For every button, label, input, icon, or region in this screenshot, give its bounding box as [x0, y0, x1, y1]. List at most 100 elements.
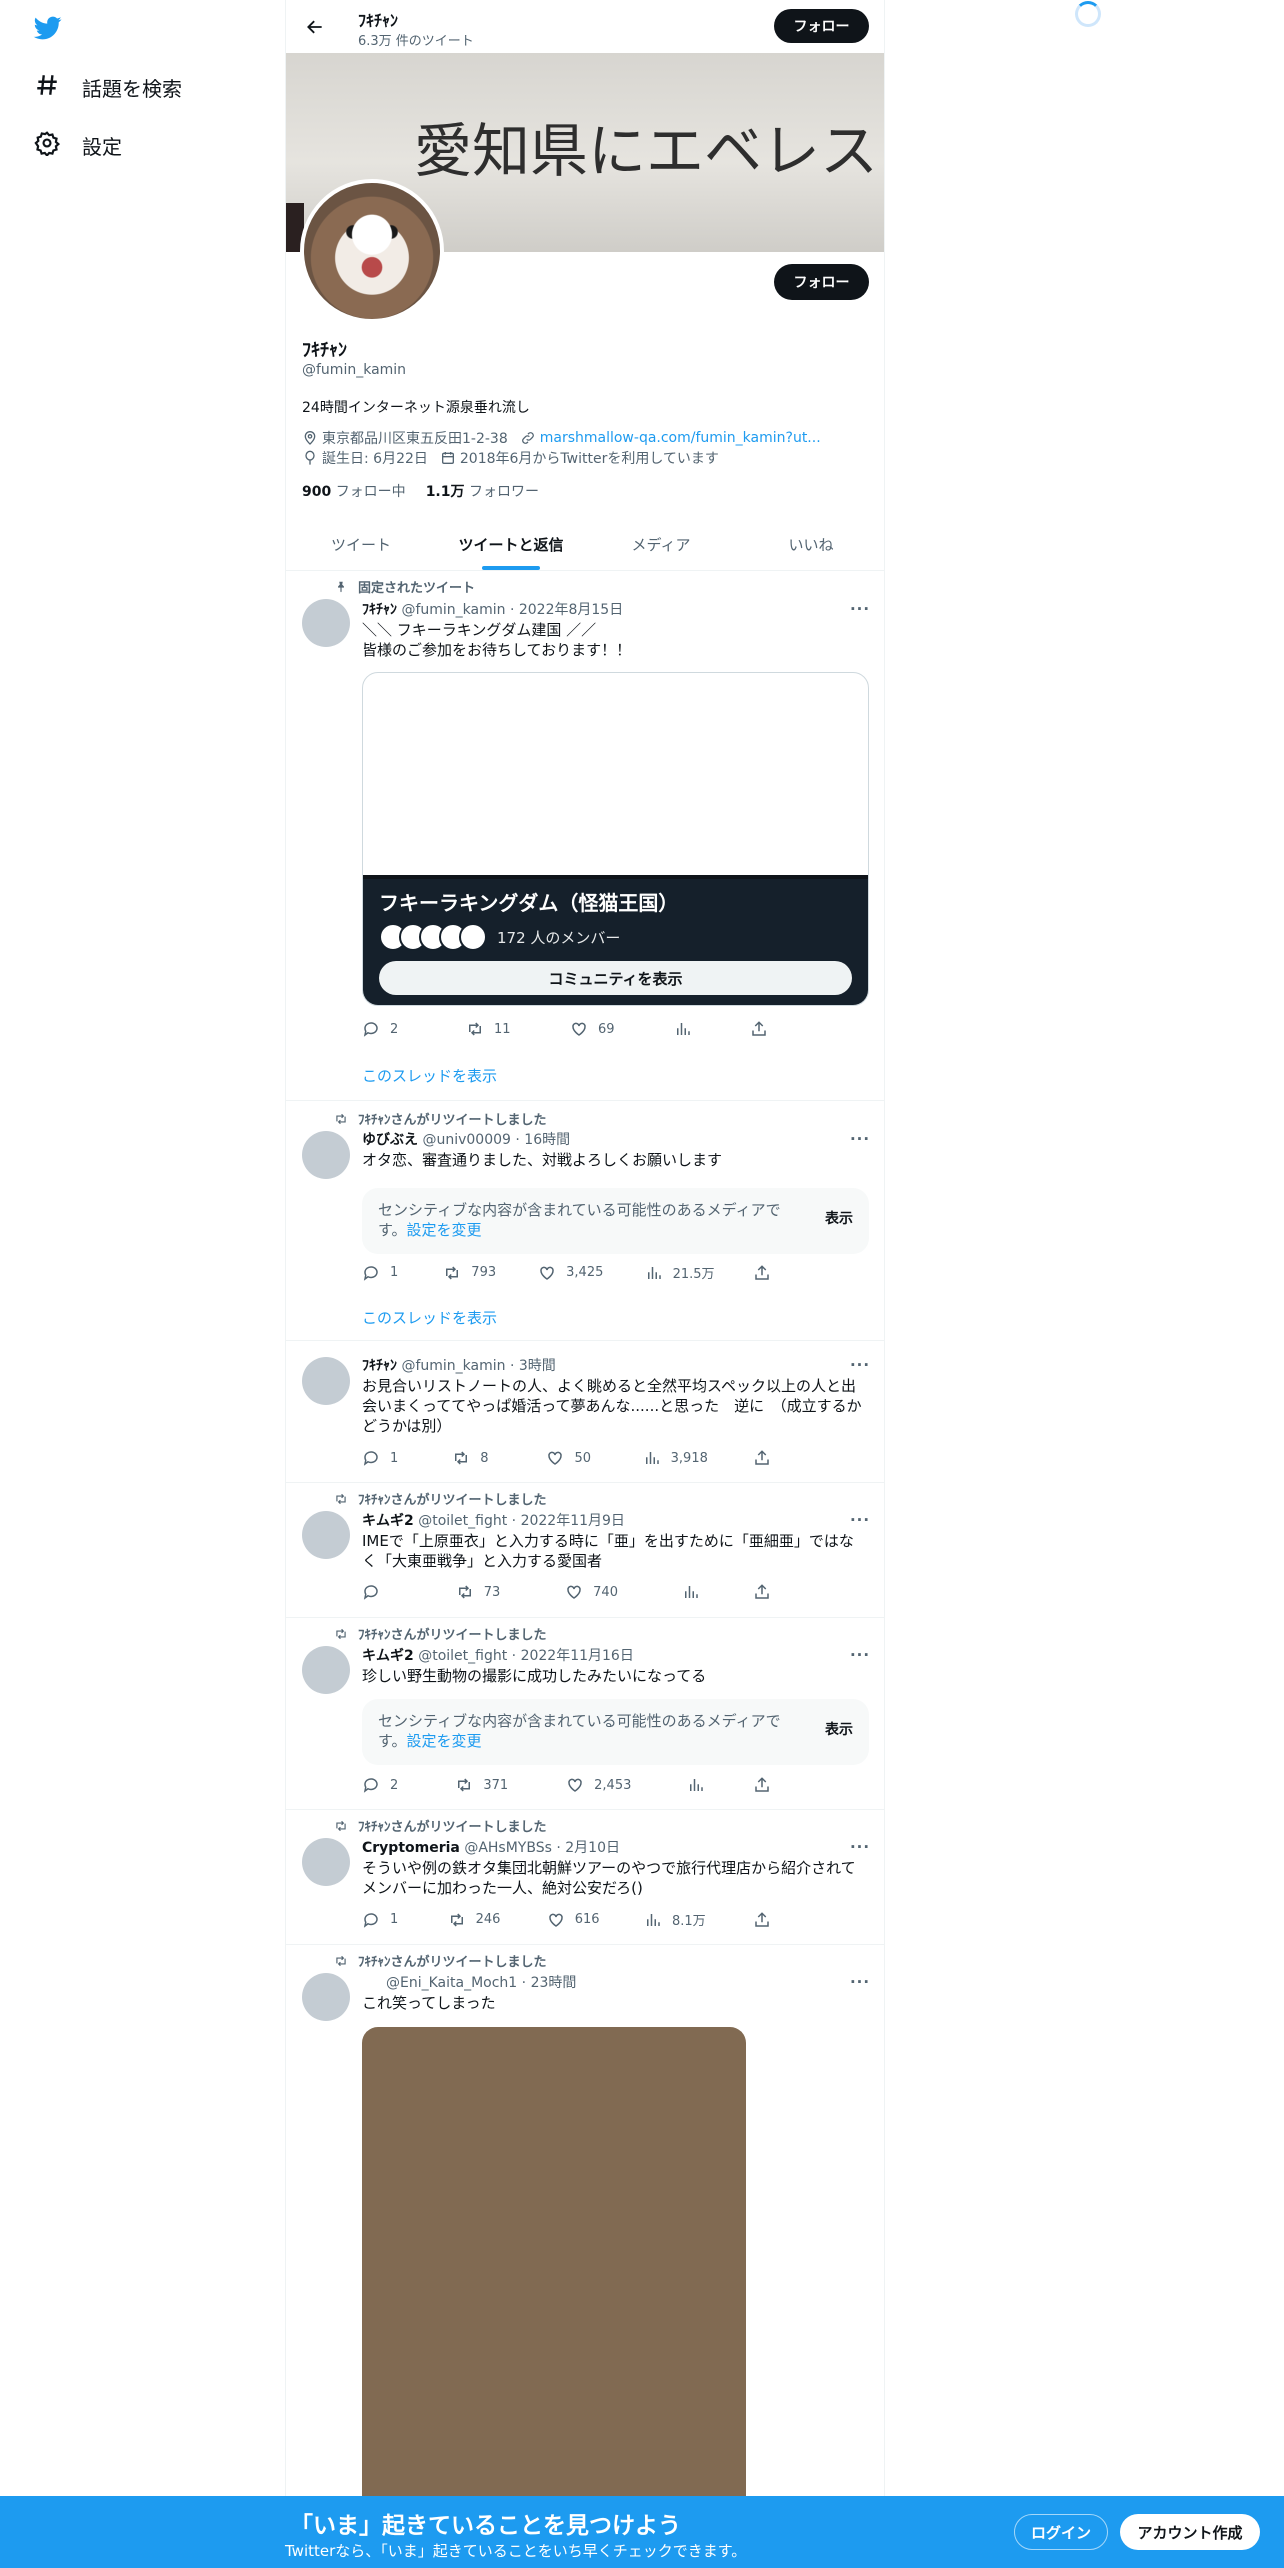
- tweet-pinned[interactable]: 固定されたツイート ﾌｷﾁｬﾝ @fumin_kamin · 2022年8月15…: [286, 571, 884, 1101]
- twitter-bird-icon[interactable]: [32, 14, 64, 42]
- tweet-avatar[interactable]: [302, 1973, 350, 2021]
- view-community-button[interactable]: コミュニティを表示: [379, 961, 852, 995]
- like-button[interactable]: 740: [565, 1583, 682, 1601]
- views-button[interactable]: 21.5万: [645, 1263, 753, 1282]
- tweet-author-handle[interactable]: @Eni_Kaita_Moch1: [386, 1975, 517, 1991]
- retweet-button[interactable]: 246: [448, 1910, 547, 1929]
- tweet-author-handle[interactable]: @toilet_fight: [418, 1648, 507, 1664]
- header-follow-button[interactable]: フォロー: [774, 9, 869, 43]
- more-dots-icon[interactable]: ···: [850, 1837, 870, 1857]
- tweet-author-handle[interactable]: @univ00009: [422, 1132, 510, 1148]
- views-button[interactable]: [687, 1776, 753, 1794]
- tweet-time[interactable]: 16時間: [524, 1132, 570, 1148]
- like-button[interactable]: 2,453: [566, 1776, 687, 1794]
- tweet-time[interactable]: 23時間: [531, 1975, 577, 1991]
- tweet-avatar[interactable]: [302, 1646, 350, 1694]
- tweet-author-handle[interactable]: @AHsMYBSs: [464, 1840, 552, 1856]
- retweet-button[interactable]: 8: [452, 1449, 546, 1467]
- share-button[interactable]: [753, 1583, 782, 1601]
- tweet-author-handle[interactable]: @toilet_fight: [418, 1513, 507, 1529]
- tweet-author-handle[interactable]: @fumin_kamin: [401, 1358, 505, 1374]
- retweet-button[interactable]: 11: [466, 1020, 570, 1038]
- tweet-avatar[interactable]: [302, 1131, 350, 1179]
- tab-likes[interactable]: いいね: [736, 518, 884, 570]
- profile-avatar[interactable]: [300, 179, 444, 323]
- like-button[interactable]: 50: [546, 1449, 642, 1467]
- show-media-button[interactable]: 表示: [825, 1209, 853, 1229]
- tweet-time[interactable]: 2022年11月16日: [521, 1648, 634, 1664]
- tweet-author-name[interactable]: ﾌｷﾁｬﾝ: [362, 1358, 397, 1374]
- community-card[interactable]: フキーラキングダム（怪猫王国） 172 人のメンバー コミュニティを表示: [362, 672, 869, 1006]
- tweet-text: IMEで「上原亜衣」と入力する時に「亜」を出すために「亜細亜」ではな く「大東亜…: [362, 1531, 874, 1571]
- more-dots-icon[interactable]: ···: [850, 599, 870, 619]
- like-button[interactable]: 3,425: [538, 1263, 644, 1282]
- more-dots-icon[interactable]: ···: [850, 1972, 870, 1992]
- reply-button[interactable]: 1: [362, 1263, 443, 1282]
- create-account-button[interactable]: アカウント作成: [1120, 2514, 1260, 2550]
- tab-tweets[interactable]: ツイート: [286, 518, 436, 570]
- reply-button[interactable]: 2: [362, 1776, 455, 1794]
- show-thread-link[interactable]: このスレッドを表示: [362, 1307, 497, 1328]
- tweet-author-name[interactable]: ﾌｷﾁｬﾝ: [362, 602, 397, 618]
- like-button[interactable]: 616: [547, 1910, 644, 1929]
- login-button[interactable]: ログイン: [1014, 2514, 1108, 2550]
- tweet-author-name[interactable]: キムギ2: [362, 1648, 414, 1664]
- reply-icon: [363, 1022, 378, 1037]
- tweet-author-handle[interactable]: @fumin_kamin: [401, 602, 505, 618]
- tweet-avatar[interactable]: [302, 599, 350, 647]
- retweet-button[interactable]: 371: [455, 1776, 566, 1794]
- follow-button[interactable]: フォロー: [774, 264, 869, 300]
- back-arrow-icon[interactable]: [300, 12, 330, 42]
- tweet-retweeted[interactable]: ﾌｷﾁｬﾝさんがリツイートしました キムギ2 @toilet_fight · 2…: [286, 1618, 884, 1810]
- profile-website[interactable]: marshmallow-qa.com/fumin_kamin?ut...: [520, 430, 821, 446]
- tweet-retweeted[interactable]: ﾌｷﾁｬﾝさんがリツイートしました Cryptomeria @AHsMYBSs …: [286, 1810, 884, 1945]
- tab-media[interactable]: メディア: [586, 518, 736, 570]
- tweet-time[interactable]: 3時間: [519, 1358, 556, 1374]
- nav-explore[interactable]: 話題を検索: [34, 67, 182, 107]
- retweet-button[interactable]: 73: [456, 1583, 565, 1601]
- tweet-author-name[interactable]: Cryptomeria: [362, 1840, 460, 1856]
- share-button[interactable]: [753, 1449, 782, 1467]
- tweet-avatar[interactable]: [302, 1838, 350, 1886]
- following-stat[interactable]: 900 フォロー中: [302, 481, 406, 501]
- reply-button[interactable]: 1: [362, 1910, 448, 1929]
- show-media-button[interactable]: 表示: [825, 1720, 853, 1740]
- share-button[interactable]: [750, 1020, 780, 1038]
- views-button[interactable]: 3,918: [643, 1449, 753, 1467]
- share-button[interactable]: [753, 1263, 782, 1282]
- tweet-avatar[interactable]: [302, 1511, 350, 1559]
- tweet-own[interactable]: ﾌｷﾁｬﾝ @fumin_kamin · 3時間 ··· お見合いリストノートの…: [286, 1341, 884, 1483]
- share-button[interactable]: [753, 1776, 782, 1794]
- nav-settings[interactable]: 設定: [34, 125, 122, 165]
- more-dots-icon[interactable]: ···: [850, 1510, 870, 1530]
- change-settings-link[interactable]: 設定を変更: [407, 1732, 482, 1750]
- tweet-time[interactable]: 2022年8月15日: [519, 602, 623, 618]
- like-button[interactable]: 69: [570, 1020, 674, 1038]
- tab-tweets-and-replies[interactable]: ツイートと返信: [436, 518, 586, 570]
- reply-button[interactable]: 2: [362, 1020, 466, 1038]
- like-count: 3,425: [566, 1265, 604, 1280]
- tweet-author-name[interactable]: キムギ2: [362, 1513, 414, 1529]
- tweet-time[interactable]: 2月10日: [565, 1840, 620, 1856]
- profile-website-link[interactable]: marshmallow-qa.com/fumin_kamin?ut...: [540, 430, 821, 446]
- reply-button[interactable]: [362, 1583, 456, 1601]
- tweet-retweeted[interactable]: ﾌｷﾁｬﾝさんがリツイートしました ゆびぶえ @univ00009 · 16時間…: [286, 1101, 884, 1341]
- more-dots-icon[interactable]: ···: [850, 1129, 870, 1149]
- more-dots-icon[interactable]: ···: [850, 1355, 870, 1375]
- retweet-button[interactable]: 793: [443, 1263, 538, 1282]
- more-dots-icon[interactable]: ···: [850, 1645, 870, 1665]
- views-button[interactable]: [674, 1020, 750, 1038]
- tweet-time[interactable]: 2022年11月9日: [521, 1513, 625, 1529]
- tweet-retweeted[interactable]: ﾌｷﾁｬﾝさんがリツイートしました キムギ2 @toilet_fight · 2…: [286, 1483, 884, 1618]
- tweet-avatar[interactable]: [302, 1357, 350, 1405]
- reply-button[interactable]: 1: [362, 1449, 452, 1467]
- tweet-author-name[interactable]: ゆびぶえ: [362, 1132, 418, 1148]
- followers-stat[interactable]: 1.1万 フォロワー: [426, 481, 539, 501]
- share-button[interactable]: [753, 1910, 782, 1929]
- tweet-media[interactable]: [362, 2027, 746, 2568]
- tweet-retweeted[interactable]: ﾌｷﾁｬﾝさんがリツイートしました @Eni_Kaita_Moch1 · 23時…: [286, 1945, 884, 2568]
- views-button[interactable]: 8.1万: [644, 1910, 753, 1929]
- change-settings-link[interactable]: 設定を変更: [407, 1221, 482, 1239]
- show-thread-link[interactable]: このスレッドを表示: [362, 1065, 497, 1086]
- views-button[interactable]: [682, 1583, 752, 1601]
